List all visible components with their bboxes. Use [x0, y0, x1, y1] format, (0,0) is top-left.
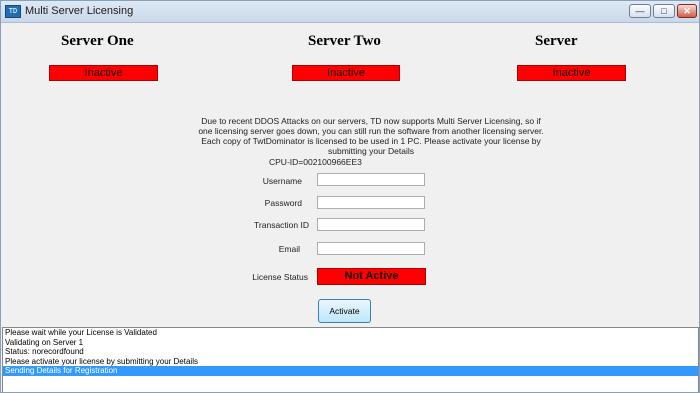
minimize-button[interactable]: — — [629, 4, 651, 18]
maximize-button[interactable]: □ — [653, 4, 675, 18]
app-icon: TD — [5, 5, 21, 18]
server-three-title: Server — [535, 33, 578, 49]
log-line[interactable]: Status: norecordfound — [3, 347, 698, 357]
window-title: Multi Server Licensing — [25, 5, 134, 17]
server-two-title: Server Two — [308, 33, 381, 49]
log-line[interactable]: Please activate your license by submitti… — [3, 357, 698, 367]
log-listbox[interactable]: Please wait while your License is Valida… — [2, 327, 699, 392]
log-line-selected[interactable]: Sending Details for Registration — [3, 366, 698, 376]
server-one-title: Server One — [61, 33, 134, 49]
license-status-value: Not Active — [317, 268, 426, 285]
password-input[interactable] — [317, 196, 425, 209]
licensing-notice: Due to recent DDOS Attacks on our server… — [198, 116, 544, 156]
server-one-status: Inactive — [49, 65, 158, 81]
username-label: Username — [262, 176, 302, 186]
minimize-icon: — — [635, 6, 645, 16]
transaction-id-label: Transaction ID — [254, 220, 309, 230]
log-line[interactable]: Validating on Server 1 — [3, 338, 698, 348]
password-label: Password — [264, 198, 302, 208]
transaction-id-input[interactable] — [317, 218, 425, 231]
email-input[interactable] — [317, 242, 425, 255]
email-label: Email — [278, 244, 300, 254]
activate-button[interactable]: Activate — [318, 299, 371, 323]
server-two-status: Inactive — [292, 65, 400, 81]
username-input[interactable] — [317, 173, 425, 186]
restore-icon: □ — [661, 6, 667, 16]
title-bar[interactable]: TD Multi Server Licensing — □ ✕ — [1, 1, 699, 23]
app-window: TD Multi Server Licensing — □ ✕ Server O… — [0, 0, 700, 393]
close-button[interactable]: ✕ — [677, 4, 697, 18]
close-icon: ✕ — [683, 6, 691, 16]
log-line[interactable]: Please wait while your License is Valida… — [3, 328, 698, 338]
server-three-status: Inactive — [517, 65, 626, 81]
cpu-id-label: CPU-ID=002100966EE3 — [269, 157, 362, 167]
license-status-label: License Status — [252, 272, 308, 282]
